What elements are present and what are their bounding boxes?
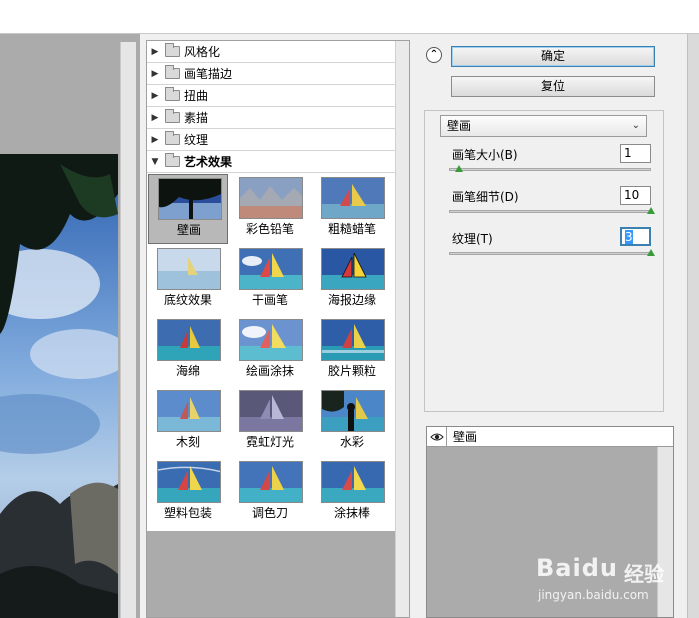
filter-thumb-palette-knife[interactable]: 调色刀: [230, 458, 310, 528]
filter-thumb-paint-daubs[interactable]: 绘画涂抹: [230, 316, 310, 386]
category-texture[interactable]: ▶ 纹理: [147, 129, 395, 151]
category-brush-strokes[interactable]: ▶ 画笔描边: [147, 63, 395, 85]
folder-icon: [165, 109, 180, 123]
folder-icon: [165, 43, 180, 57]
thumb-image: [157, 390, 221, 432]
effect-layer-row[interactable]: 壁画: [427, 427, 673, 447]
expand-arrow-icon[interactable]: ▶: [147, 69, 163, 79]
collapse-arrow-icon[interactable]: ▼: [147, 157, 163, 167]
brush-detail-slider-thumb[interactable]: [647, 207, 655, 214]
thumb-image: [239, 461, 303, 503]
thumb-image: [157, 248, 221, 290]
thumb-image: [321, 177, 385, 219]
brush-size-input[interactable]: 1: [620, 144, 651, 163]
filter-thumb-dry-brush[interactable]: 干画笔: [230, 245, 310, 315]
chevron-down-icon: ⌄: [631, 120, 640, 131]
filter-thumb-underpainting[interactable]: 底纹效果: [148, 245, 228, 315]
brush-detail-slider[interactable]: [449, 210, 651, 213]
effect-layer-name: 壁画: [453, 430, 478, 444]
brush-detail-label: 画笔细节(D): [452, 190, 519, 204]
watermark: Baidu 经验 jingyan.baidu.com: [536, 548, 696, 608]
folder-open-icon: [165, 153, 180, 167]
filter-gallery: ▶ 风格化 ▶ 画笔描边 ▶ 扭曲 ▶ 素描 ▶ 纹理 ▼ 艺术效果 壁画 彩色…: [146, 40, 410, 618]
thumb-image: [158, 178, 222, 220]
thumb-image: [239, 390, 303, 432]
preview-pane[interactable]: [0, 34, 140, 618]
filter-select-value: 壁画: [447, 119, 472, 133]
filter-thumb-film-grain[interactable]: 胶片颗粒: [312, 316, 392, 386]
eye-icon[interactable]: [427, 427, 447, 446]
texture-label: 纹理(T): [452, 232, 493, 246]
texture-slider-thumb[interactable]: [647, 249, 655, 256]
filter-thumb-poster-edges[interactable]: 海报边缘: [312, 245, 392, 315]
thumb-image: [321, 390, 385, 432]
expand-arrow-icon[interactable]: ▶: [147, 47, 163, 57]
texture-input[interactable]: 3: [620, 227, 651, 246]
category-sketch[interactable]: ▶ 素描: [147, 107, 395, 129]
watermark-logo: Baidu: [536, 554, 618, 582]
thumb-image: [321, 461, 385, 503]
reset-button[interactable]: 复位: [451, 76, 655, 97]
brush-size-label: 画笔大小(B): [452, 148, 518, 162]
thumb-image: [157, 461, 221, 503]
texture-slider[interactable]: [449, 252, 651, 255]
title-bar: [0, 0, 699, 34]
window-edge: [687, 34, 699, 618]
filter-thumb-rough-pastels[interactable]: 粗糙蜡笔: [312, 174, 392, 244]
expand-arrow-icon[interactable]: ▶: [147, 135, 163, 145]
filter-thumb-fresco[interactable]: 壁画: [148, 174, 228, 244]
category-artistic[interactable]: ▼ 艺术效果: [147, 151, 395, 173]
expand-arrow-icon[interactable]: ▶: [147, 91, 163, 101]
folder-icon: [165, 131, 180, 145]
gallery-empty-area: [147, 531, 395, 617]
preview-image[interactable]: [0, 154, 118, 618]
thumb-image: [239, 177, 303, 219]
ok-button[interactable]: 确定: [451, 46, 655, 67]
thumb-image: [239, 248, 303, 290]
filter-select[interactable]: 壁画 ⌄: [440, 115, 647, 137]
filter-controls: ⌃ 确定 复位 壁画 ⌄ 画笔大小(B) 1 画笔细节(D) 10 纹理(T) …: [416, 34, 699, 618]
filter-thumb-plastic-wrap[interactable]: 塑料包装: [148, 458, 228, 528]
filter-thumb-smudge-stick[interactable]: 涂抹棒: [312, 458, 392, 528]
brush-detail-input[interactable]: 10: [620, 186, 651, 205]
folder-icon: [165, 87, 180, 101]
collapse-gallery-icon[interactable]: ⌃: [426, 47, 442, 63]
filter-thumb-watercolor[interactable]: 水彩: [312, 387, 392, 457]
preview-scrollbar[interactable]: [120, 42, 136, 618]
filter-settings: 壁画 ⌄ 画笔大小(B) 1 画笔细节(D) 10 纹理(T) 3: [424, 110, 664, 412]
thumb-image: [157, 319, 221, 361]
brush-size-slider[interactable]: [449, 168, 651, 171]
filter-thumb-colored-pencil[interactable]: 彩色铅笔: [230, 174, 310, 244]
filter-thumb-cutout[interactable]: 木刻: [148, 387, 228, 457]
thumb-image: [239, 319, 303, 361]
thumb-image: [321, 319, 385, 361]
thumb-image: [321, 248, 385, 290]
category-distort[interactable]: ▶ 扭曲: [147, 85, 395, 107]
category-stylize[interactable]: ▶ 风格化: [147, 41, 395, 63]
folder-icon: [165, 65, 180, 79]
expand-arrow-icon[interactable]: ▶: [147, 113, 163, 123]
gallery-scrollbar[interactable]: [395, 41, 409, 617]
watermark-text: 经验: [624, 562, 664, 586]
filter-thumb-neon-glow[interactable]: 霓虹灯光: [230, 387, 310, 457]
watermark-url: jingyan.baidu.com: [538, 588, 649, 602]
filter-thumb-sponge[interactable]: 海绵: [148, 316, 228, 386]
brush-size-slider-thumb[interactable]: [455, 165, 464, 172]
